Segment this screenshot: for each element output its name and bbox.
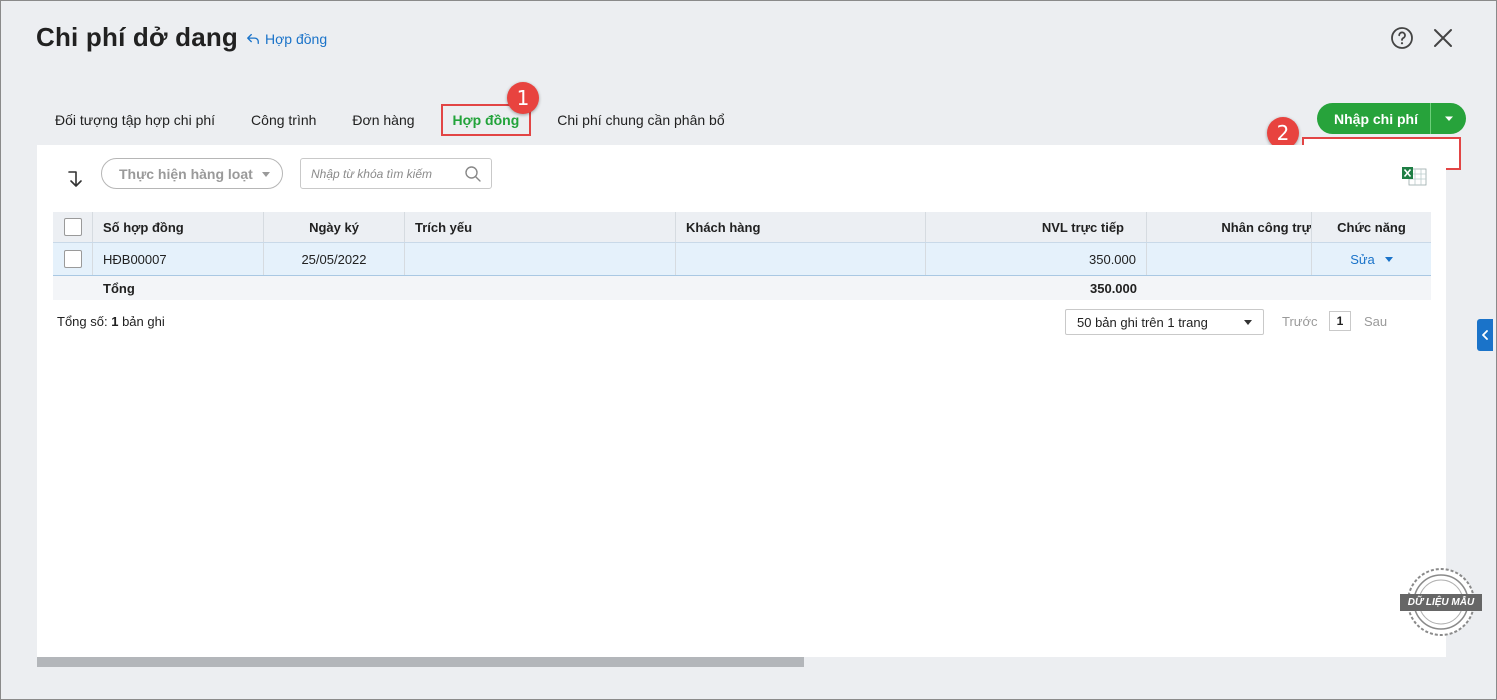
pager-current-page[interactable]: 1 [1329, 311, 1351, 331]
tab-orders[interactable]: Đơn hàng [334, 104, 432, 136]
total-label: Tổng [103, 280, 135, 296]
step-marker-1: 1 [507, 82, 539, 114]
cell-direct-material: 350.000 [926, 243, 1147, 275]
horizontal-scrollbar[interactable] [37, 657, 1446, 667]
enter-cost-dropdown-toggle[interactable] [1431, 103, 1466, 134]
enter-cost-button-group: Nhập chi phí [1317, 103, 1466, 134]
column-header-sign-date[interactable]: Ngày ký [264, 212, 405, 242]
scrollbar-thumb[interactable] [37, 657, 804, 667]
table-header-row: Số hợp đồng Ngày ký Trích yếu Khách hàng… [53, 212, 1431, 242]
help-icon[interactable] [1390, 26, 1414, 50]
pager-prev-button[interactable]: Trước [1282, 314, 1318, 329]
column-header-contract-no[interactable]: Số hợp đồng [93, 212, 264, 242]
excel-export-icon[interactable] [1401, 166, 1427, 186]
record-count-value: 1 [111, 314, 119, 329]
sample-data-watermark: DỮ LIỆU MẪU [1400, 594, 1482, 611]
row-checkbox[interactable] [63, 250, 82, 268]
row-select-cell [53, 243, 93, 275]
total-direct-material: 350.000 [1090, 280, 1137, 296]
row-actions-dropdown-icon[interactable] [1384, 256, 1393, 262]
sort-down-icon[interactable] [65, 167, 89, 191]
column-header-summary[interactable]: Trích yếu [405, 212, 676, 242]
close-icon[interactable] [1431, 26, 1455, 50]
back-link-label: Hợp đồng [265, 31, 328, 47]
record-count: Tổng số: 1 bản ghi [57, 314, 165, 329]
search-box [300, 158, 492, 189]
search-icon[interactable] [464, 165, 482, 183]
column-header-direct-material[interactable]: NVL trực tiếp [926, 212, 1147, 242]
back-arrow-icon [247, 33, 259, 45]
cell-summary [405, 243, 676, 275]
enter-cost-button[interactable]: Nhập chi phí [1317, 103, 1431, 134]
page-title: Chi phí dở dang [36, 22, 239, 52]
table-total-row: Tổng 350.000 [53, 276, 1431, 300]
page-size-select[interactable]: 50 bản ghi trên 1 trang [1065, 309, 1264, 335]
content-panel: Thực hiện hàng loạt Số hợp đồng Ngày ký … [37, 145, 1446, 657]
back-to-contracts-link[interactable]: Hợp đồng [246, 31, 327, 47]
record-count-prefix: Tổng số: [57, 314, 108, 329]
contracts-table: Số hợp đồng Ngày ký Trích yếu Khách hàng… [53, 212, 1431, 300]
side-panel-toggle[interactable] [1477, 319, 1493, 351]
chevron-left-icon [1482, 330, 1488, 340]
bulk-action-button[interactable]: Thực hiện hàng loạt [101, 158, 283, 189]
column-header-direct-labor[interactable]: Nhân công trự [1147, 212, 1312, 242]
tab-cost-objects[interactable]: Đối tượng tập hợp chi phí [37, 104, 233, 136]
pager-next-button[interactable]: Sau [1364, 314, 1387, 329]
tab-construction[interactable]: Công trình [233, 104, 334, 136]
select-all-checkbox[interactable] [63, 218, 82, 236]
chevron-down-icon [1444, 116, 1453, 121]
column-header-actions: Chức năng [1337, 219, 1406, 235]
header-select-all-cell [53, 212, 93, 242]
cell-actions: Sửa [1312, 243, 1431, 275]
search-input[interactable] [301, 159, 456, 188]
tab-shared-costs[interactable]: Chi phí chung cần phân bổ [539, 104, 742, 136]
cell-direct-labor [1147, 243, 1312, 275]
caret-down-icon [1244, 320, 1252, 325]
page-size-value: 50 bản ghi trên 1 trang [1077, 314, 1208, 330]
edit-link[interactable]: Sửa [1350, 252, 1375, 267]
cell-sign-date: 25/05/2022 [264, 243, 405, 275]
cell-contract-no: HĐB00007 [93, 243, 264, 275]
record-count-suffix: bản ghi [122, 314, 165, 329]
cell-customer [676, 243, 926, 275]
table-row[interactable]: HĐB00007 25/05/2022 350.000 Sửa [53, 242, 1431, 276]
column-header-customer[interactable]: Khách hàng [676, 212, 926, 242]
tab-bar: Đối tượng tập hợp chi phí Công trình Đơn… [37, 104, 743, 136]
caret-down-icon [261, 171, 270, 177]
bulk-action-label: Thực hiện hàng loạt [119, 165, 253, 182]
